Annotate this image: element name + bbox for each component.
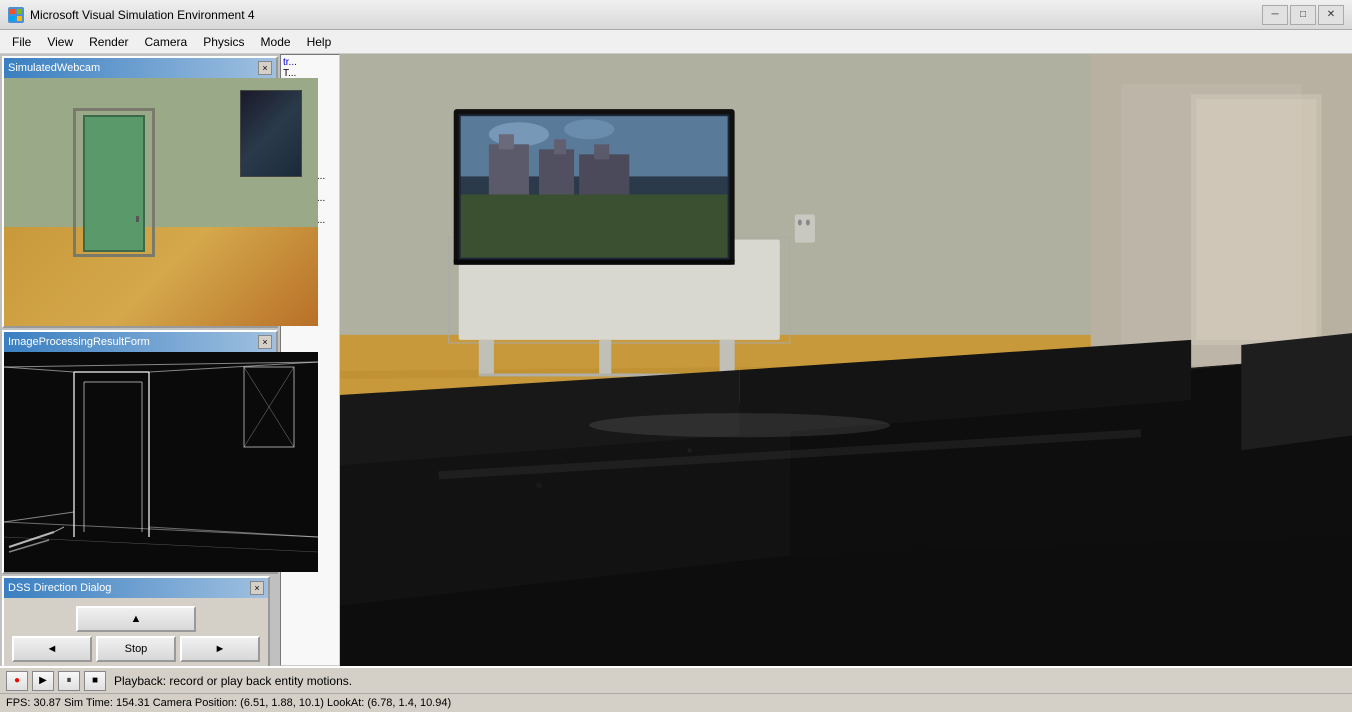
left-wrapper: SimulatedWebcam × ImageProcessingR xyxy=(0,54,340,666)
title-bar: Microsoft Visual Simulation Environment … xyxy=(0,0,1352,30)
playback-record-button[interactable]: ● xyxy=(6,671,28,691)
window-controls: ─ □ ✕ xyxy=(1262,5,1344,25)
playback-description: Playback: record or play back entity mot… xyxy=(114,674,352,688)
imgproc-title: ImageProcessingResultForm xyxy=(8,336,150,348)
dss-left-button[interactable]: ◄ xyxy=(12,636,92,662)
main-content: SimulatedWebcam × ImageProcessingR xyxy=(0,54,1352,666)
imgproc-close[interactable]: × xyxy=(258,335,272,349)
webcam-window: SimulatedWebcam × xyxy=(2,56,278,328)
menu-file[interactable]: File xyxy=(4,33,39,51)
status-bar: ● ▶ ⏸ ■ Playback: record or play back en… xyxy=(0,666,1352,712)
door-handle xyxy=(136,216,139,222)
app-icon xyxy=(8,7,24,23)
dss-middle-row: ◄ Stop ► xyxy=(12,636,260,662)
menu-render[interactable]: Render xyxy=(81,33,136,51)
dss-stop-button[interactable]: Stop xyxy=(96,636,176,662)
imgproc-titlebar[interactable]: ImageProcessingResultForm × xyxy=(4,332,276,352)
webcam-floor xyxy=(4,227,318,326)
maximize-button[interactable]: □ xyxy=(1290,5,1316,25)
menu-view[interactable]: View xyxy=(39,33,81,51)
webcam-titlebar[interactable]: SimulatedWebcam × xyxy=(4,58,276,78)
imgproc-viewport xyxy=(4,352,318,572)
dss-titlebar[interactable]: DSS Direction Dialog × xyxy=(4,578,268,598)
dss-close[interactable]: × xyxy=(250,581,264,595)
minimize-button[interactable]: ─ xyxy=(1262,5,1288,25)
menu-physics[interactable]: Physics xyxy=(195,33,252,51)
playback-stop-button[interactable]: ■ xyxy=(84,671,106,691)
playback-pause-button[interactable]: ⏸ xyxy=(58,671,80,691)
menu-mode[interactable]: Mode xyxy=(253,33,299,51)
menu-help[interactable]: Help xyxy=(299,33,340,51)
3d-viewport[interactable] xyxy=(340,54,1352,666)
app-title: Microsoft Visual Simulation Environment … xyxy=(30,8,1262,22)
left-panels: SimulatedWebcam × ImageProcessingR xyxy=(0,54,280,666)
playback-play-button[interactable]: ▶ xyxy=(32,671,54,691)
menu-bar: File View Render Camera Physics Mode Hel… xyxy=(0,30,1352,54)
imgproc-window: ImageProcessingResultForm × xyxy=(2,330,278,574)
close-button[interactable]: ✕ xyxy=(1318,5,1344,25)
playback-bar: ● ▶ ⏸ ■ Playback: record or play back en… xyxy=(0,668,1352,694)
viewport-svg xyxy=(340,54,1352,666)
log-line-1: tr... xyxy=(283,57,337,68)
dss-up-button[interactable]: ▲ xyxy=(76,606,196,632)
edge-detection-svg xyxy=(4,352,318,572)
webcam-door xyxy=(83,115,146,251)
dss-dialog: DSS Direction Dialog × ▲ ◄ Stop ► ▼ xyxy=(2,576,270,666)
webcam-banner xyxy=(240,90,303,177)
webcam-close[interactable]: × xyxy=(258,61,272,75)
dss-title: DSS Direction Dialog xyxy=(8,582,111,594)
webcam-title: SimulatedWebcam xyxy=(8,62,100,74)
dss-controls: ▲ ◄ Stop ► ▼ xyxy=(4,598,268,666)
dss-right-button[interactable]: ► xyxy=(180,636,260,662)
status-fps: FPS: 30.87 Sim Time: 154.31 Camera Posit… xyxy=(6,697,451,709)
status-text-bar: FPS: 30.87 Sim Time: 154.31 Camera Posit… xyxy=(0,694,1352,712)
menu-camera[interactable]: Camera xyxy=(137,33,196,51)
webcam-viewport xyxy=(4,78,318,326)
